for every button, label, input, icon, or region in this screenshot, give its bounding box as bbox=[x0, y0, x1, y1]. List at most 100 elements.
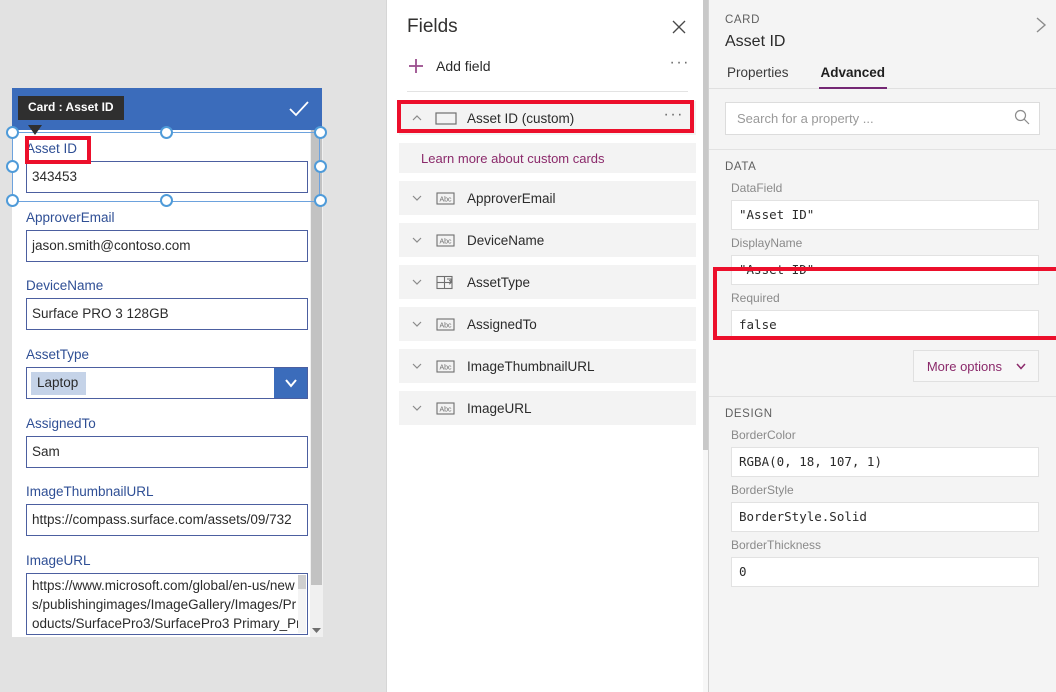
resize-handle-middle-right[interactable] bbox=[314, 160, 327, 173]
fields-panel-scroll-thumb[interactable] bbox=[703, 0, 708, 450]
property-datafield: DataField "Asset ID" bbox=[709, 175, 1056, 230]
field-input[interactable]: Surface PRO 3 128GB bbox=[26, 298, 308, 330]
field-label: ApproverEmail bbox=[26, 209, 308, 226]
learn-more-row[interactable]: Learn more about custom cards bbox=[399, 143, 696, 173]
property-required: Required false bbox=[709, 285, 1056, 340]
add-field-button[interactable]: Add field ··· bbox=[387, 44, 708, 88]
abc-text-icon: Abc bbox=[435, 190, 457, 206]
form-field-devicename[interactable]: DeviceName Surface PRO 3 128GB bbox=[26, 277, 308, 330]
field-row-label: Asset ID (custom) bbox=[467, 111, 664, 126]
field-label: DeviceName bbox=[26, 277, 308, 294]
abc-text-icon: Abc bbox=[435, 316, 457, 332]
field-input[interactable]: Sam bbox=[26, 436, 308, 468]
field-row-label: AssetType bbox=[467, 275, 684, 290]
resize-handle-middle-left[interactable] bbox=[6, 160, 19, 173]
dropdown-selected-value: Laptop bbox=[31, 372, 86, 395]
properties-panel-kicker: CARD bbox=[725, 14, 1038, 26]
tab-properties[interactable]: Properties bbox=[725, 65, 791, 88]
properties-panel-header: CARD Asset ID bbox=[709, 0, 1056, 51]
field-dropdown[interactable]: Laptop bbox=[26, 367, 308, 399]
chevron-down-icon[interactable] bbox=[409, 316, 425, 332]
property-value-input[interactable]: "Asset ID" bbox=[731, 200, 1039, 230]
chevron-down-icon[interactable] bbox=[409, 232, 425, 248]
fields-panel-scrollbar[interactable] bbox=[703, 0, 708, 692]
field-row-label: ImageURL bbox=[467, 401, 684, 416]
form-body: Asset ID 343453 ApproverEmail jason.smit… bbox=[12, 130, 310, 637]
abc-text-icon: Abc bbox=[435, 358, 457, 374]
form-field-imageurl[interactable]: ImageURL https://www.microsoft.com/globa… bbox=[26, 552, 308, 635]
chevron-down-icon[interactable] bbox=[409, 358, 425, 374]
field-label: ImageThumbnailURL bbox=[26, 483, 308, 500]
property-label: DataField bbox=[731, 181, 1039, 195]
chevron-up-icon[interactable] bbox=[409, 110, 425, 126]
tab-advanced[interactable]: Advanced bbox=[819, 65, 888, 88]
properties-panel: CARD Asset ID Properties Advanced Search… bbox=[709, 0, 1056, 692]
property-value-input[interactable]: "Asset ID" bbox=[731, 255, 1039, 285]
property-search-box[interactable]: Search for a property ... bbox=[725, 102, 1040, 135]
chevron-down-icon[interactable] bbox=[409, 400, 425, 416]
card-rectangle-icon bbox=[435, 110, 457, 126]
card-tooltip-tail bbox=[28, 125, 42, 135]
fields-list: Asset ID (custom) ··· Learn more about c… bbox=[387, 92, 708, 425]
section-title-data: DATA bbox=[709, 150, 1056, 175]
properties-panel-title: Asset ID bbox=[725, 33, 1038, 51]
form-field-assignedto[interactable]: AssignedTo Sam bbox=[26, 415, 308, 468]
field-input[interactable]: jason.smith@contoso.com bbox=[26, 230, 308, 262]
learn-more-link[interactable]: Learn more about custom cards bbox=[421, 151, 605, 166]
property-value-input[interactable]: 0 bbox=[731, 557, 1039, 587]
property-value-input[interactable]: BorderStyle.Solid bbox=[731, 502, 1039, 532]
field-row-label: ImageThumbnailURL bbox=[467, 359, 684, 374]
resize-handle-top-left[interactable] bbox=[6, 126, 19, 139]
property-value-input[interactable]: false bbox=[731, 310, 1039, 340]
scroll-down-arrow-icon[interactable] bbox=[310, 623, 323, 637]
field-row-devicename[interactable]: Abc DeviceName bbox=[399, 223, 696, 257]
properties-tabs: Properties Advanced bbox=[709, 65, 1056, 89]
resize-handle-top-center[interactable] bbox=[160, 126, 173, 139]
design-canvas: Asset ID 343453 ApproverEmail jason.smit… bbox=[0, 0, 386, 692]
field-row-asset-id-custom[interactable]: Asset ID (custom) ··· bbox=[399, 101, 696, 135]
resize-handle-bottom-left[interactable] bbox=[6, 194, 19, 207]
form-field-imagethumbnailurl[interactable]: ImageThumbnailURL https://compass.surfac… bbox=[26, 483, 308, 536]
resize-handle-bottom-right[interactable] bbox=[314, 194, 327, 207]
chevron-right-icon[interactable] bbox=[1030, 14, 1052, 36]
textarea-scroll-thumb[interactable] bbox=[298, 575, 306, 589]
field-label: AssetType bbox=[26, 346, 308, 363]
chevron-down-icon[interactable] bbox=[409, 190, 425, 206]
field-label: ImageURL bbox=[26, 552, 308, 569]
property-value-input[interactable]: RGBA(0, 18, 107, 1) bbox=[731, 447, 1039, 477]
field-row-approveremail[interactable]: Abc ApproverEmail bbox=[399, 181, 696, 215]
field-row-imagethumbnailurl[interactable]: Abc ImageThumbnailURL bbox=[399, 349, 696, 383]
field-row-label: AssignedTo bbox=[467, 317, 684, 332]
close-icon[interactable] bbox=[668, 16, 690, 38]
textarea-scrollbar[interactable] bbox=[298, 575, 306, 633]
form-field-assettype[interactable]: AssetType Laptop bbox=[26, 346, 308, 399]
svg-text:Abc: Abc bbox=[439, 406, 452, 413]
choice-grid-icon bbox=[435, 274, 457, 290]
fields-panel: Fields Add field ··· bbox=[386, 0, 709, 692]
chevron-down-icon[interactable] bbox=[409, 274, 425, 290]
chevron-down-icon[interactable] bbox=[274, 368, 307, 398]
property-label: DisplayName bbox=[731, 236, 1039, 250]
field-row-imageurl[interactable]: Abc ImageURL bbox=[399, 391, 696, 425]
more-options-button[interactable]: More options bbox=[913, 350, 1039, 382]
field-textarea-value: https://www.microsoft.com/global/en-us/n… bbox=[32, 578, 301, 635]
abc-text-icon: Abc bbox=[435, 232, 457, 248]
field-label: Asset ID bbox=[26, 140, 308, 157]
form-field-asset-id[interactable]: Asset ID 343453 bbox=[26, 140, 308, 193]
field-row-overflow-icon[interactable]: ··· bbox=[664, 110, 684, 126]
svg-text:Abc: Abc bbox=[439, 238, 452, 245]
field-input[interactable]: 343453 bbox=[26, 161, 308, 193]
property-label: Required bbox=[731, 291, 1039, 305]
field-input[interactable]: https://compass.surface.com/assets/09/73… bbox=[26, 504, 308, 536]
property-borderthickness: BorderThickness 0 bbox=[709, 532, 1056, 587]
field-textarea[interactable]: https://www.microsoft.com/global/en-us/n… bbox=[26, 573, 308, 635]
resize-handle-top-right[interactable] bbox=[314, 126, 327, 139]
form-field-approveremail[interactable]: ApproverEmail jason.smith@contoso.com bbox=[26, 209, 308, 262]
resize-handle-bottom-center[interactable] bbox=[160, 194, 173, 207]
field-row-assettype[interactable]: AssetType bbox=[399, 265, 696, 299]
more-options-row: More options bbox=[709, 340, 1056, 382]
search-icon[interactable] bbox=[1013, 108, 1031, 129]
field-row-assignedto[interactable]: Abc AssignedTo bbox=[399, 307, 696, 341]
search-input[interactable]: Search for a property ... bbox=[737, 111, 1013, 126]
add-field-overflow-icon[interactable]: ··· bbox=[670, 58, 690, 74]
